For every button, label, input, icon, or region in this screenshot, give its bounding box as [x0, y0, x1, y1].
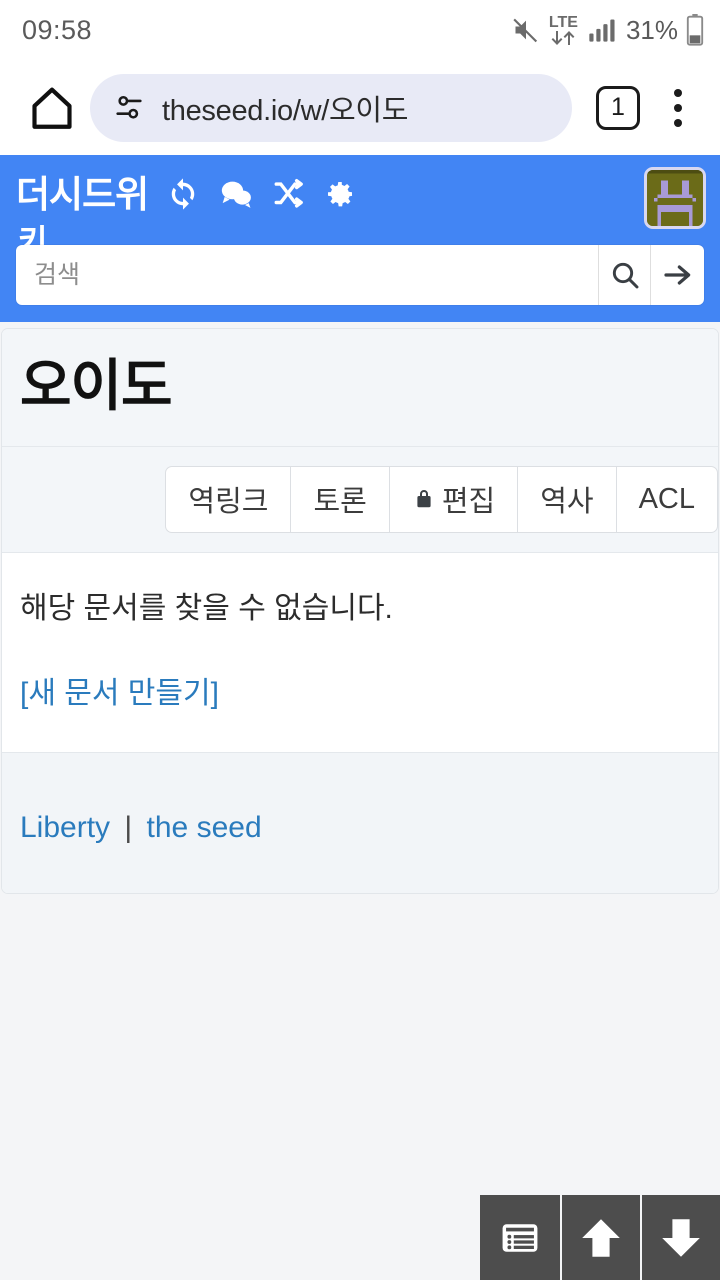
wiki-header-row: 더시드위	[16, 169, 704, 219]
status-bar: 09:58 LTE 31%	[0, 0, 720, 60]
url-text: theseed.io/w/오이도	[162, 94, 409, 127]
scroll-up-icon[interactable]	[560, 1195, 640, 1280]
browser-toolbar: theseed.io/w/오이도 1	[0, 60, 720, 155]
wiki-header: 더시드위 키 검색	[0, 155, 720, 322]
battery-percent-label: 31%	[625, 14, 678, 45]
discussion-button[interactable]: 토론	[290, 465, 389, 533]
home-icon[interactable]	[24, 80, 80, 136]
document-action-buttons: 역링크 토론 편집 역사 ACL	[165, 465, 718, 533]
lte-data-icon: LTE	[549, 15, 578, 45]
search-input[interactable]	[16, 245, 598, 305]
shuffle-icon[interactable]	[272, 177, 306, 211]
avatar[interactable]	[644, 167, 706, 229]
arrow-right-icon[interactable]	[650, 245, 704, 305]
history-label: 역사	[540, 486, 594, 519]
acl-label: ACL	[638, 482, 695, 515]
footer-link-liberty[interactable]: Liberty	[20, 811, 110, 844]
discussion-icon[interactable]	[218, 177, 254, 211]
status-indicators: LTE 31%	[511, 14, 704, 46]
search-bar[interactable]	[16, 245, 704, 305]
floating-toolbar	[480, 1195, 720, 1280]
backlinks-button[interactable]: 역링크	[165, 465, 291, 533]
document-body: 해당 문서를 찾을 수 없습니다. [새 문서 만들기]	[2, 551, 718, 753]
create-document-link[interactable]: [새 문서 만들기]	[20, 668, 219, 712]
settings-icon[interactable]	[324, 178, 356, 210]
page-content: 오이도 역링크 토론 편집 역사 ACL 해당 문서를 찾을 수 없습니다. […	[0, 328, 720, 895]
not-found-message: 해당 문서를 찾을 수 없습니다.	[20, 591, 393, 625]
edit-label: 편집	[441, 486, 496, 519]
document-card: 오이도 역링크 토론 편집 역사 ACL 해당 문서를 찾을 수 없습니다. […	[1, 328, 719, 895]
refresh-icon[interactable]	[166, 177, 200, 211]
edit-button[interactable]: 편집	[388, 465, 518, 533]
lock-icon	[412, 486, 436, 512]
url-bar[interactable]: theseed.io/w/오이도	[90, 73, 572, 142]
acl-button[interactable]: ACL	[615, 465, 718, 533]
search-icon[interactable]	[598, 245, 650, 305]
footer-separator: |	[124, 811, 133, 845]
page-title: 오이도	[20, 354, 173, 417]
document-actions-section: 역링크 토론 편집 역사 ACL	[2, 445, 718, 552]
backlinks-label: 역링크	[188, 486, 269, 519]
tab-count-button[interactable]: 1	[596, 85, 640, 130]
site-footer: Liberty | the seed	[2, 752, 718, 894]
footer-links: Liberty | the seed	[20, 811, 700, 845]
signal-bars-icon	[586, 16, 616, 44]
toc-icon[interactable]	[480, 1195, 560, 1280]
battery-icon	[686, 14, 704, 46]
mute-icon	[511, 16, 541, 44]
status-time: 09:58	[22, 14, 93, 45]
scroll-down-icon[interactable]	[640, 1195, 720, 1280]
page-info-icon[interactable]	[112, 91, 146, 125]
document-title-section: 오이도	[2, 329, 718, 446]
lte-label: LTE	[548, 14, 578, 31]
kebab-menu-icon[interactable]	[658, 83, 698, 133]
site-title[interactable]: 더시드위	[16, 176, 149, 213]
footer-link-the-seed[interactable]: the seed	[147, 811, 262, 844]
discussion-label: 토론	[313, 486, 367, 519]
history-button[interactable]: 역사	[517, 465, 616, 533]
